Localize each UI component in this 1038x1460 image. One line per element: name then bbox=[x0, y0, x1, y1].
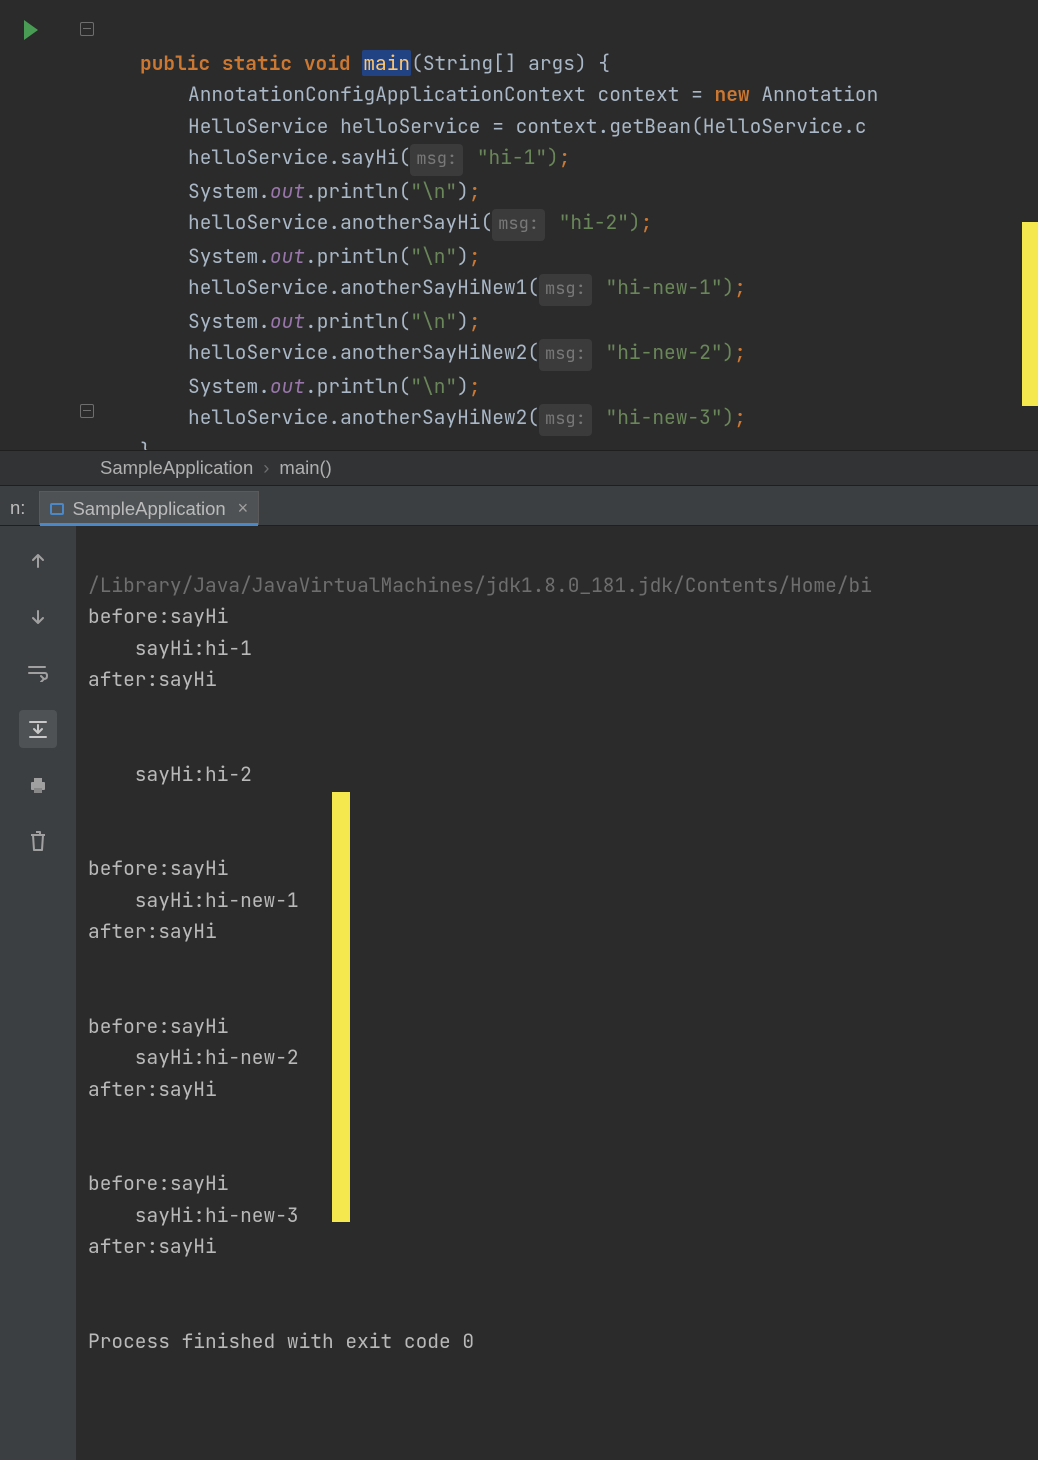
semicolon: ; bbox=[734, 274, 746, 300]
console-line: sayHi:hi-new-2 bbox=[88, 1044, 299, 1070]
code-text: helloService.anotherSayHiNew2( bbox=[188, 339, 539, 365]
run-label: n: bbox=[4, 497, 33, 525]
code-text: } bbox=[140, 438, 152, 451]
code-text: System. bbox=[188, 243, 270, 269]
param-hint: msg: bbox=[539, 274, 592, 306]
field-ref: out bbox=[270, 308, 305, 334]
keyword: static bbox=[222, 50, 292, 76]
run-gutter-icon[interactable] bbox=[24, 20, 38, 40]
print-icon[interactable] bbox=[19, 766, 57, 804]
console-line: Process finished with exit code 0 bbox=[88, 1328, 474, 1354]
code-text: .println( bbox=[305, 243, 410, 269]
param-hint: msg: bbox=[539, 339, 592, 371]
fold-handle-icon[interactable] bbox=[80, 404, 94, 418]
console-line: before:sayHi bbox=[88, 1013, 228, 1039]
code-text: HelloService helloService = context.getB… bbox=[188, 113, 867, 139]
close-icon[interactable]: × bbox=[238, 498, 249, 519]
code-text: System. bbox=[188, 373, 270, 399]
semicolon: ; bbox=[559, 144, 571, 170]
string-literal: "hi-2") bbox=[547, 209, 641, 235]
trash-icon[interactable] bbox=[19, 822, 57, 860]
console-line: sayHi:hi-new-1 bbox=[88, 887, 299, 913]
string-literal: "hi-new-1") bbox=[594, 274, 734, 300]
code-text: (String[] args) { bbox=[411, 50, 610, 76]
console-line: before:sayHi bbox=[88, 855, 228, 881]
keyword: void bbox=[304, 50, 351, 76]
string-literal: "hi-new-2") bbox=[594, 339, 734, 365]
code-text: System. bbox=[188, 308, 270, 334]
console-line: after:sayHi bbox=[88, 1076, 217, 1102]
semicolon: ; bbox=[469, 308, 481, 334]
code-text: helloService.anotherSayHiNew1( bbox=[188, 274, 539, 300]
code-text: helloService.sayHi( bbox=[188, 144, 410, 170]
code-text: ) bbox=[457, 308, 469, 334]
string-literal: "\n" bbox=[410, 243, 457, 269]
scroll-to-end-icon[interactable] bbox=[19, 710, 57, 748]
code-text: System. bbox=[188, 178, 270, 204]
field-ref: out bbox=[270, 373, 305, 399]
string-literal: "\n" bbox=[410, 308, 457, 334]
editor-content[interactable]: public static void main(String[] args) {… bbox=[100, 0, 878, 450]
keyword: public bbox=[140, 50, 210, 76]
run-toolbar bbox=[0, 526, 76, 1460]
semicolon: ; bbox=[734, 404, 746, 430]
console-line: before:sayHi bbox=[88, 1170, 228, 1196]
semicolon: ; bbox=[734, 339, 746, 365]
code-text: helloService.anotherSayHi( bbox=[188, 209, 492, 235]
string-literal: "\n" bbox=[410, 178, 457, 204]
breadcrumb[interactable]: SampleApplication › main() bbox=[0, 450, 1038, 486]
param-hint: msg: bbox=[539, 404, 592, 436]
param-hint: msg: bbox=[492, 209, 545, 241]
console-line: /Library/Java/JavaVirtualMachines/jdk1.8… bbox=[88, 572, 872, 598]
code-text: ) bbox=[457, 243, 469, 269]
run-tab-label: SampleApplication bbox=[72, 498, 225, 520]
process-icon bbox=[50, 503, 64, 515]
code-text: helloService.anotherSayHiNew2( bbox=[188, 404, 539, 430]
console-line: after:sayHi bbox=[88, 1233, 217, 1259]
semicolon: ; bbox=[641, 209, 653, 235]
up-arrow-icon[interactable] bbox=[19, 542, 57, 580]
code-text: .println( bbox=[305, 308, 410, 334]
code-text: AnnotationConfigApplicationContext conte… bbox=[188, 81, 715, 107]
console-line: sayHi:hi-1 bbox=[88, 635, 252, 661]
console-line: after:sayHi bbox=[88, 666, 217, 692]
breadcrumb-method[interactable]: main() bbox=[279, 457, 331, 479]
code-text: .println( bbox=[305, 373, 410, 399]
code-text: ) bbox=[457, 373, 469, 399]
field-ref: out bbox=[270, 178, 305, 204]
breadcrumb-sep-icon: › bbox=[263, 457, 269, 479]
field-ref: out bbox=[270, 243, 305, 269]
console-line: before:sayHi bbox=[88, 603, 228, 629]
breadcrumb-class[interactable]: SampleApplication bbox=[100, 457, 253, 479]
warning-stripe bbox=[1022, 222, 1038, 406]
semicolon: ; bbox=[469, 243, 481, 269]
fold-handle-icon[interactable] bbox=[80, 22, 94, 36]
string-literal: "hi-new-3") bbox=[594, 404, 734, 430]
editor-gutter bbox=[0, 0, 100, 450]
console-output[interactable]: /Library/Java/JavaVirtualMachines/jdk1.8… bbox=[76, 526, 1038, 1460]
semicolon: ; bbox=[469, 373, 481, 399]
method-name: main bbox=[362, 50, 411, 76]
code-editor[interactable]: public static void main(String[] args) {… bbox=[0, 0, 1038, 450]
highlight-stripe bbox=[332, 792, 350, 1222]
code-text: .println( bbox=[305, 178, 410, 204]
console-line: sayHi:hi-2 bbox=[88, 761, 252, 787]
param-hint: msg: bbox=[410, 144, 463, 176]
string-literal: "hi-1") bbox=[465, 144, 559, 170]
console-line: sayHi:hi-new-3 bbox=[88, 1202, 299, 1228]
string-literal: "\n" bbox=[410, 373, 457, 399]
semicolon: ; bbox=[469, 178, 481, 204]
run-toolwindow-header: n: SampleApplication × bbox=[0, 486, 1038, 526]
code-text: Annotation bbox=[750, 81, 879, 107]
soft-wrap-icon[interactable] bbox=[19, 654, 57, 692]
code-text: ) bbox=[457, 178, 469, 204]
keyword: new bbox=[715, 81, 750, 107]
console-line: after:sayHi bbox=[88, 918, 217, 944]
down-arrow-icon[interactable] bbox=[19, 598, 57, 636]
run-tab[interactable]: SampleApplication × bbox=[39, 491, 259, 525]
